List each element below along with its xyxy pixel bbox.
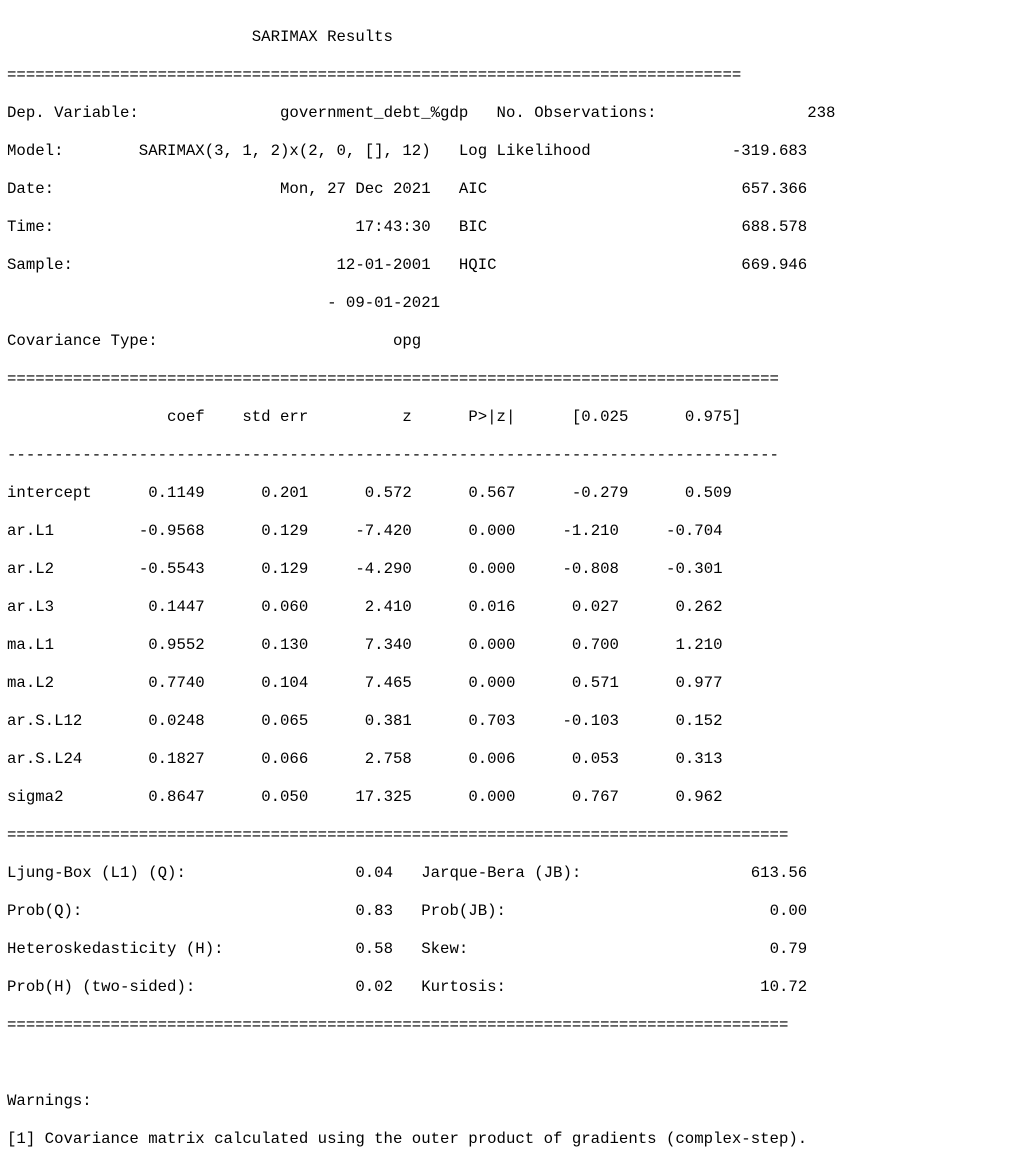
- header-row: Sample: 12-01-2001 HQIC 669.946: [7, 256, 808, 274]
- table-row: ma.L2 0.7740 0.104 7.465 0.000 0.571 0.9…: [7, 674, 723, 692]
- diagnostics-row: Prob(Q): 0.83 Prob(JB): 0.00: [7, 902, 808, 920]
- table-row: ar.L2 -0.5543 0.129 -4.290 0.000 -0.808 …: [7, 560, 723, 578]
- table-row: ma.L1 0.9552 0.130 7.340 0.000 0.700 1.2…: [7, 636, 723, 654]
- diagnostics-row: Prob(H) (two-sided): 0.02 Kurtosis: 10.7…: [7, 978, 808, 996]
- rule-double: ========================================…: [7, 1016, 789, 1034]
- rule-double: ========================================…: [7, 370, 779, 388]
- report-title: SARIMAX Results: [7, 28, 835, 47]
- table-row: ar.L1 -0.9568 0.129 -7.420 0.000 -1.210 …: [7, 522, 723, 540]
- coef-table-header: coef std err z P>|z| [0.025 0.975]: [167, 408, 742, 426]
- warnings-heading: Warnings:: [7, 1092, 92, 1110]
- table-row: ar.S.L12 0.0248 0.065 0.381 0.703 -0.103…: [7, 712, 723, 730]
- header-row: Covariance Type: opg: [7, 332, 422, 350]
- table-row: ar.L3 0.1447 0.060 2.410 0.016 0.027 0.2…: [7, 598, 723, 616]
- diagnostics-row: Ljung-Box (L1) (Q): 0.04 Jarque-Bera (JB…: [7, 864, 808, 882]
- sarimax-results-report: SARIMAX Results ========================…: [7, 9, 835, 1168]
- header-row: Dep. Variable: government_debt_%gdp No. …: [7, 104, 836, 122]
- table-row: intercept 0.1149 0.201 0.572 0.567 -0.27…: [7, 484, 732, 502]
- header-row: Date: Mon, 27 Dec 2021 AIC 657.366: [7, 180, 808, 198]
- title-text: SARIMAX Results: [251, 28, 393, 46]
- header-row: - 09-01-2021: [327, 294, 441, 312]
- header-row: Model: SARIMAX(3, 1, 2)x(2, 0, [], 12) L…: [7, 142, 808, 160]
- header-row: Time: 17:43:30 BIC 688.578: [7, 218, 808, 236]
- rule-single: ----------------------------------------…: [7, 446, 779, 464]
- rule-double: ========================================…: [7, 826, 789, 844]
- table-row: sigma2 0.8647 0.050 17.325 0.000 0.767 0…: [7, 788, 723, 806]
- rule-double: ========================================…: [7, 66, 742, 84]
- table-row: ar.S.L24 0.1827 0.066 2.758 0.006 0.053 …: [7, 750, 723, 768]
- diagnostics-row: Heteroskedasticity (H): 0.58 Skew: 0.79: [7, 940, 808, 958]
- warning-item: [1] Covariance matrix calculated using t…: [7, 1130, 808, 1148]
